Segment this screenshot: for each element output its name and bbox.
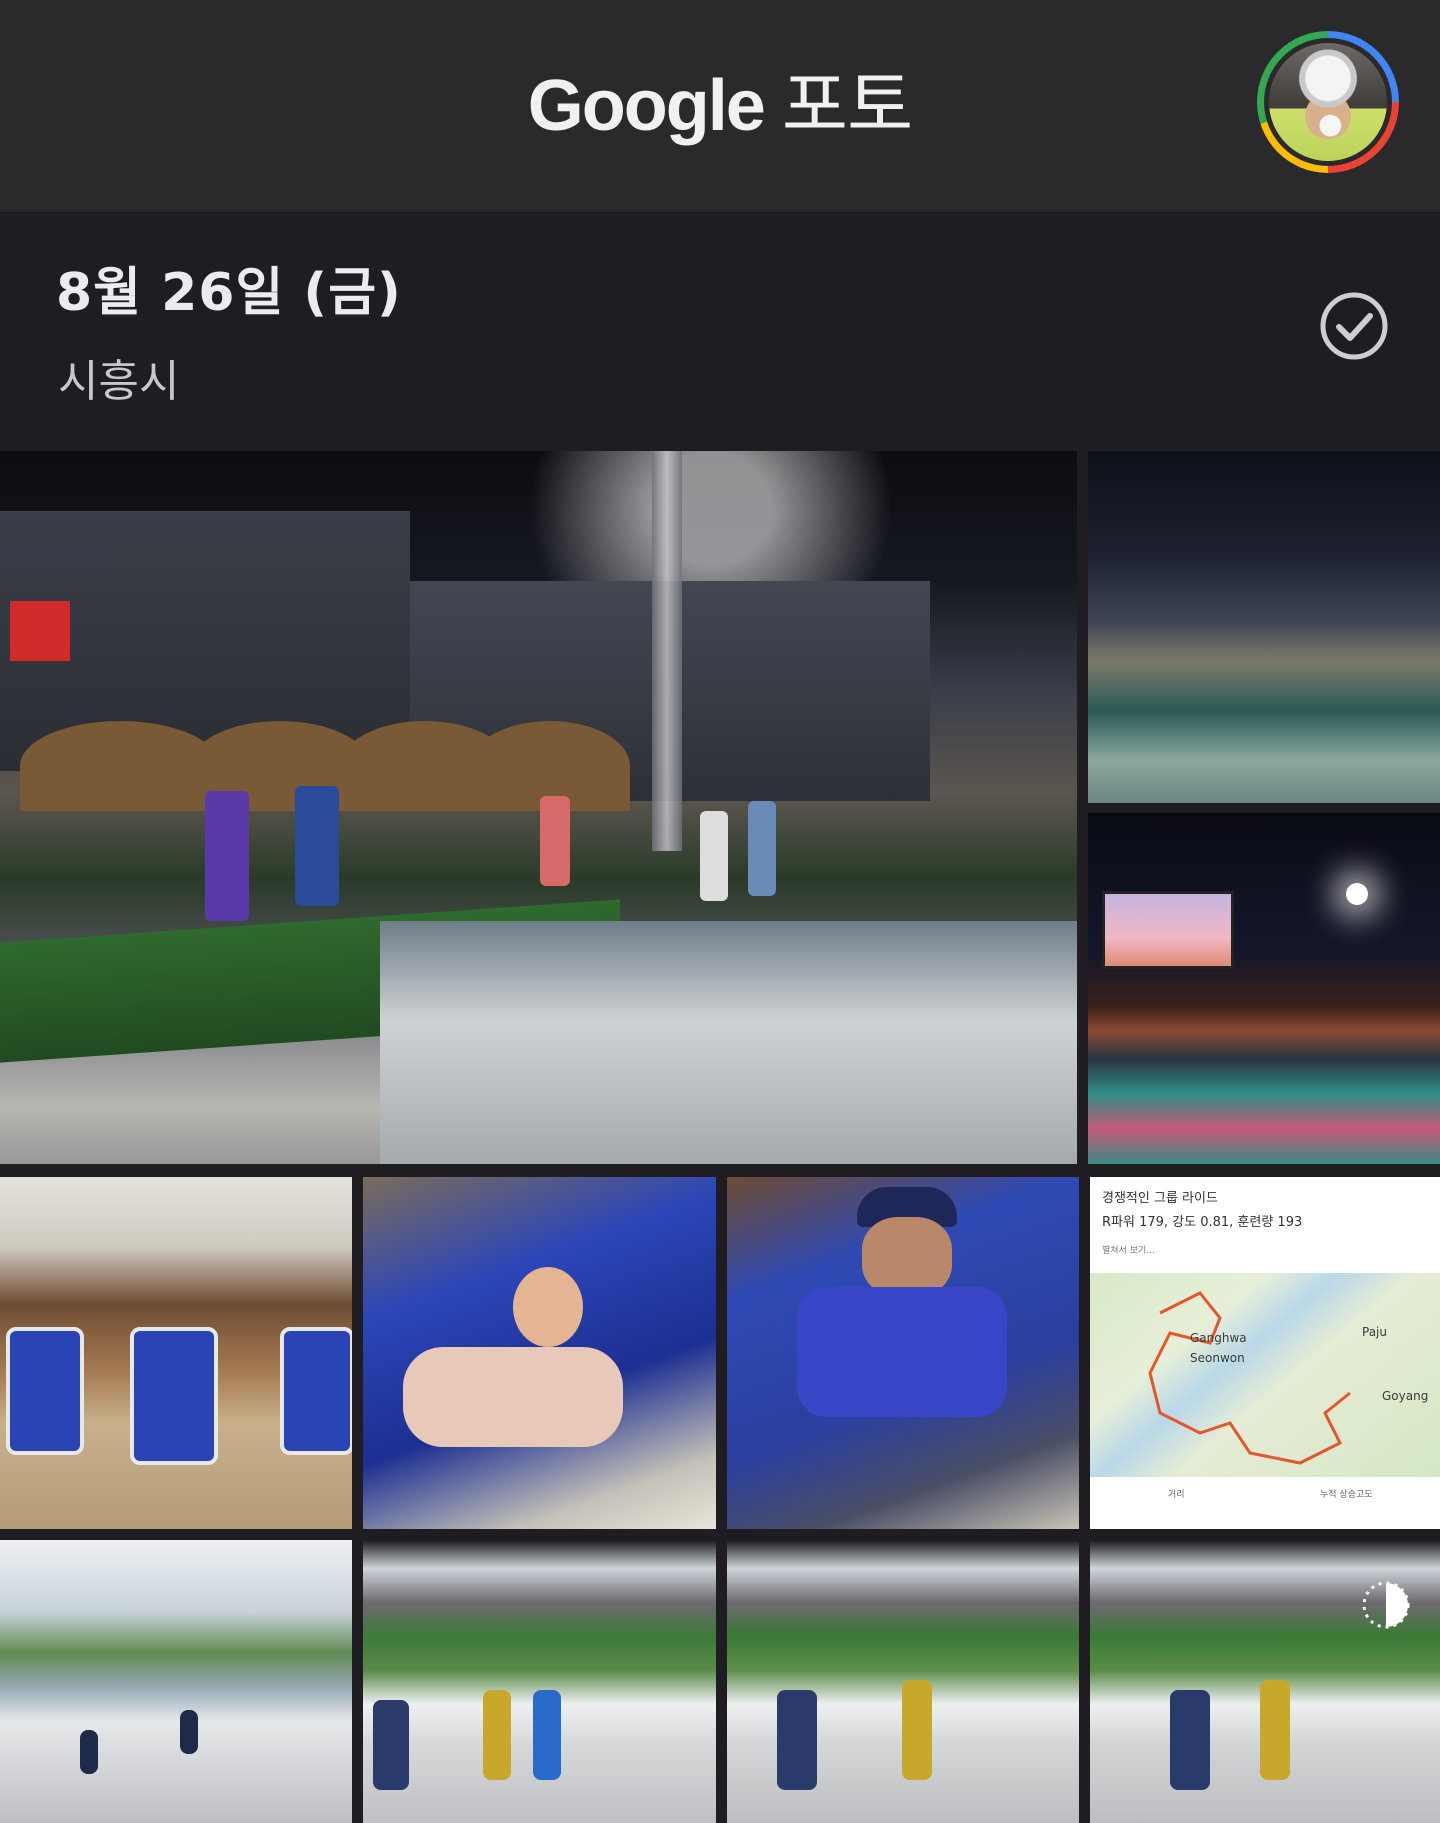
- photo-child: [513, 1267, 583, 1347]
- brand-google: Google: [527, 66, 766, 146]
- photo-face: [862, 1217, 952, 1297]
- date-location: 시흥시: [58, 356, 180, 407]
- photo-water: [380, 921, 1077, 1164]
- photo-tile-ride-summary[interactable]: 경쟁적인 그룹 라이드 R파워 179, 강도 0.81, 훈련량 193 펼쳐…: [1090, 1177, 1440, 1529]
- ride-more: 펼쳐서 보기...: [1102, 1246, 1155, 1256]
- photo-rider: [533, 1690, 561, 1780]
- photo-sign: [10, 601, 70, 661]
- app-title: Google 포토: [0, 46, 1440, 151]
- photo-light: [1346, 883, 1368, 905]
- photo-person: [700, 811, 728, 901]
- account-avatar[interactable]: [1257, 31, 1399, 173]
- photo-chair: [6, 1327, 84, 1455]
- photo-motorcycle: [1170, 1690, 1210, 1790]
- photo-tile-loungers[interactable]: [0, 1177, 352, 1529]
- photo-rider: [483, 1690, 511, 1780]
- route-line: [1148, 1291, 1351, 1465]
- photo-tile-boy-chair[interactable]: [727, 1177, 1079, 1529]
- photo-person: [748, 801, 776, 896]
- photo-screen: [1102, 891, 1234, 969]
- ride-footer: 거리 누적 상승고도: [1090, 1485, 1440, 1529]
- photo-rider: [80, 1730, 98, 1774]
- photo-chair: [130, 1327, 218, 1465]
- brand-product: 포토: [781, 63, 913, 147]
- date-title: 8월 26일 (금): [56, 263, 402, 323]
- photo-motorcycle: [373, 1700, 409, 1790]
- avatar-photo: [1269, 43, 1387, 161]
- ride-title: 경쟁적인 그룹 라이드: [1102, 1191, 1218, 1206]
- photo-motorcycle: [777, 1690, 817, 1790]
- photo-person: [205, 791, 249, 921]
- map-label: Paju: [1362, 1325, 1387, 1339]
- photo-person: [295, 786, 339, 906]
- photo-dress: [403, 1347, 623, 1447]
- photo-chair: [280, 1327, 352, 1455]
- photo-tile-girl-chair[interactable]: [363, 1177, 716, 1529]
- map-label: Goyang: [1382, 1389, 1429, 1403]
- ride-map: Ganghwa Seonwon Paju Goyang: [1090, 1273, 1440, 1477]
- photo-tile-wave-park-night[interactable]: [0, 451, 1077, 1164]
- date-section-header: [0, 213, 1440, 451]
- map-label: Seonwon: [1190, 1351, 1245, 1365]
- photo-tile-screen-night[interactable]: [1088, 813, 1440, 1164]
- photo-tile-wave-pool[interactable]: [1088, 451, 1440, 803]
- ride-footer-elevation: 누적 상승고도: [1320, 1490, 1373, 1500]
- map-label: Ganghwa: [1190, 1331, 1247, 1345]
- photo-rider: [1260, 1680, 1290, 1780]
- photo-tile-race-finish-1[interactable]: [363, 1540, 716, 1823]
- ride-stats: R파워 179, 강도 0.81, 훈련량 193: [1102, 1215, 1303, 1230]
- photo-rider: [902, 1680, 932, 1780]
- check-circle-icon[interactable]: [1319, 291, 1389, 361]
- app-bar: Google 포토: [0, 0, 1440, 213]
- ride-footer-distance: 거리: [1168, 1490, 1185, 1500]
- photo-rider: [180, 1710, 198, 1754]
- photo-tile-race-finish-2[interactable]: [727, 1540, 1079, 1823]
- motion-photo-icon: [1362, 1581, 1410, 1629]
- photo-person: [540, 796, 570, 886]
- photo-light-pole: [652, 451, 682, 851]
- photo-tile-race-street[interactable]: [0, 1540, 352, 1823]
- photo-shirt: [797, 1287, 1007, 1417]
